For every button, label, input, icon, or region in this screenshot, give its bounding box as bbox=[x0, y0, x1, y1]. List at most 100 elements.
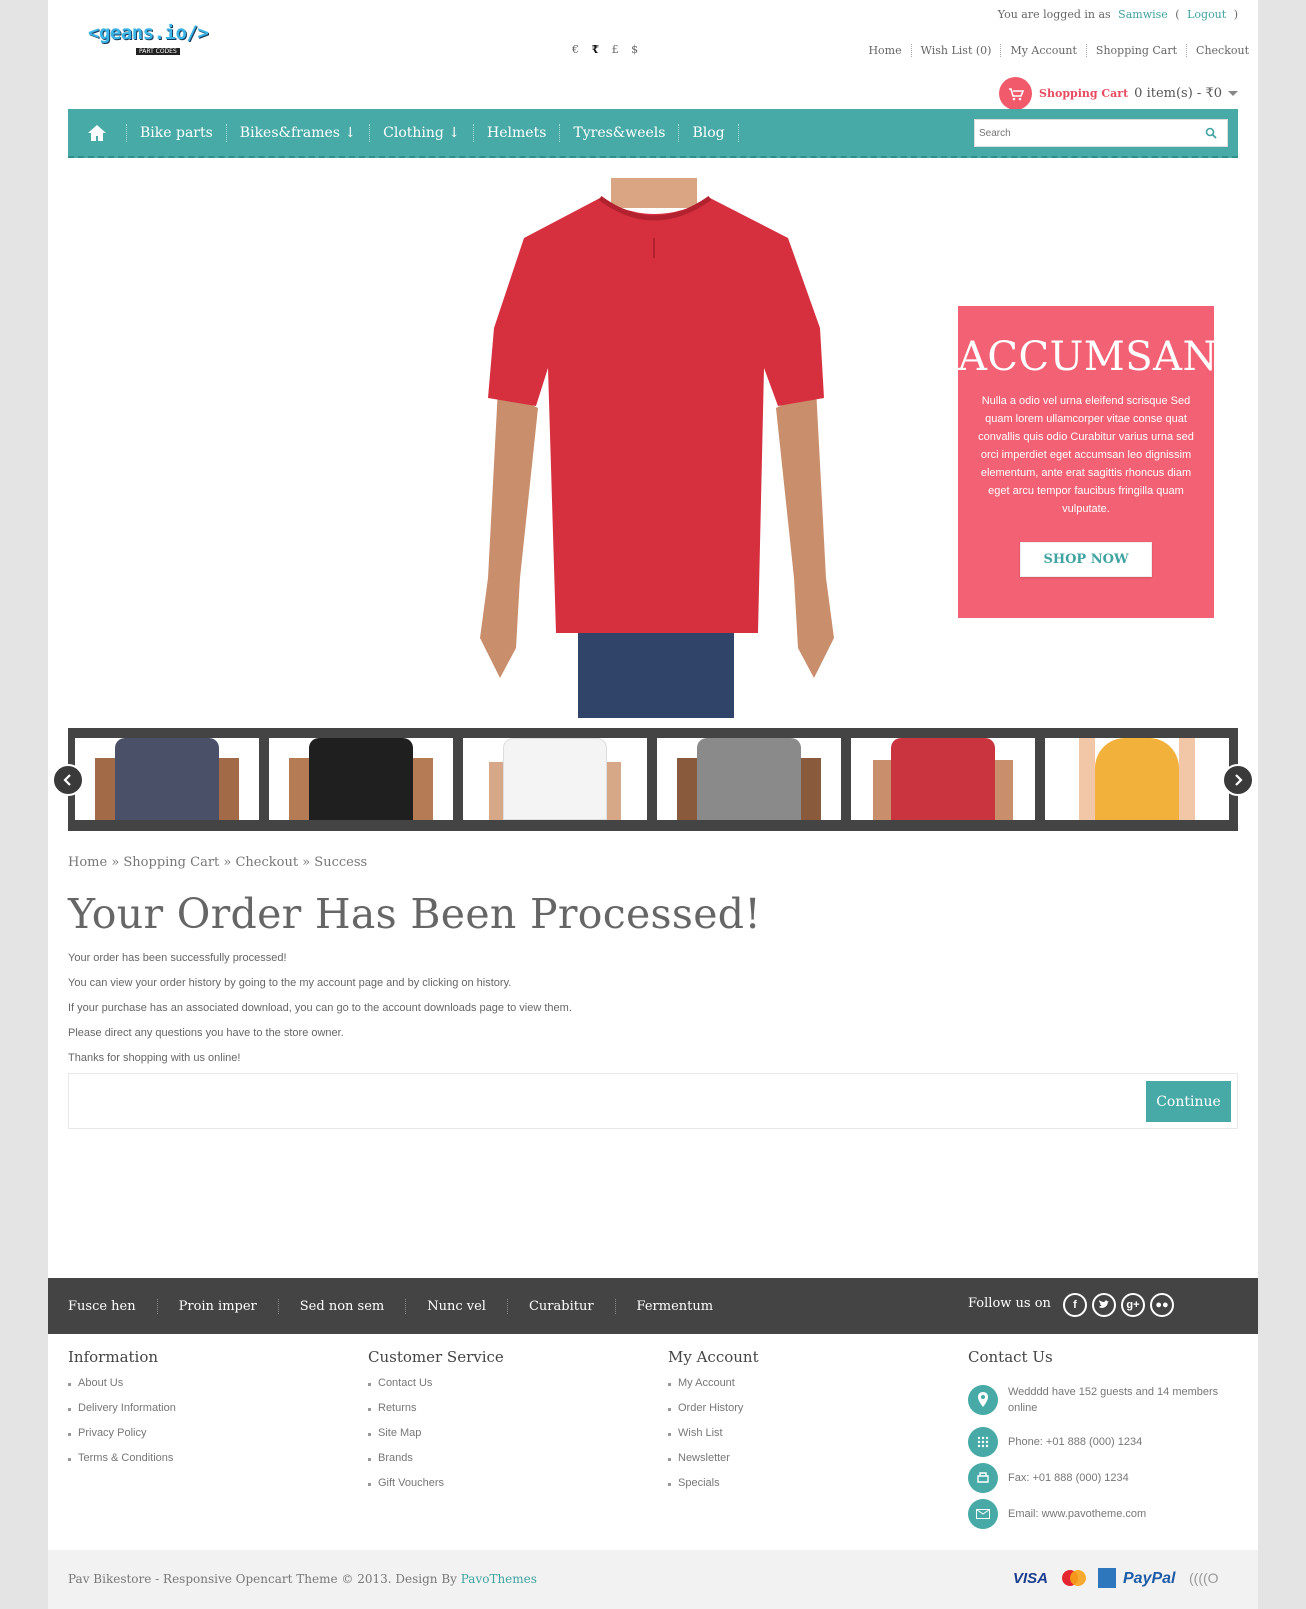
chevron-right-icon[interactable] bbox=[1222, 764, 1254, 796]
cart-widget[interactable]: Shopping Cart 0 item(s) - ₹0 bbox=[999, 77, 1238, 110]
envelope-icon bbox=[968, 1499, 998, 1529]
shop-now-button[interactable]: SHOP NOW bbox=[1020, 542, 1152, 577]
contact-email: Email: www.pavotheme.com bbox=[968, 1499, 1146, 1529]
thumbnail-grey-tshirt[interactable] bbox=[657, 738, 841, 820]
nav-item-clothing[interactable]: Clothing ↓ bbox=[369, 123, 473, 142]
footer-link-bar: Fusce hen Proin imper Sed non sem Nunc v… bbox=[48, 1278, 1258, 1334]
chevron-left-icon[interactable] bbox=[52, 764, 84, 796]
logo-text: <geans.io/> bbox=[88, 22, 209, 44]
footer-link[interactable]: Curabitur bbox=[506, 1298, 615, 1314]
search-icon[interactable] bbox=[1205, 127, 1217, 139]
nav-item-tyres-weels[interactable]: Tyres&weels bbox=[559, 123, 678, 142]
logout-open: ( bbox=[1175, 8, 1180, 21]
nav-item-bike-parts[interactable]: Bike parts bbox=[126, 123, 226, 142]
paypass-icon: ((((O bbox=[1189, 1570, 1219, 1586]
currency-rupee[interactable]: ₹ bbox=[592, 43, 600, 56]
mastercard-icon bbox=[1060, 1568, 1088, 1588]
footer-col-title-contact: Contact Us bbox=[968, 1348, 1053, 1366]
breadcrumb[interactable]: Home » Shopping Cart » Checkout » Succes… bbox=[68, 855, 367, 870]
promo-text: Nulla a odio vel urna eleifend scrisque … bbox=[978, 395, 1194, 515]
footer-list-customer-service: Contact Us Returns Site Map Brands Gift … bbox=[368, 1377, 444, 1502]
footer-list-my-account: My Account Order History Wish List Newsl… bbox=[668, 1377, 743, 1502]
top-link-account[interactable]: My Account bbox=[1000, 44, 1085, 57]
site-logo[interactable]: <geans.io/> PART CODES bbox=[88, 22, 228, 62]
top-link-home[interactable]: Home bbox=[859, 44, 910, 57]
cart-icon bbox=[999, 77, 1033, 110]
logout-link[interactable]: Logout bbox=[1187, 8, 1226, 21]
thumbnail-red-tshirt[interactable] bbox=[851, 738, 1035, 820]
message-line: Your order has been successfully process… bbox=[68, 952, 287, 964]
footer-list-item[interactable]: Order History bbox=[668, 1402, 743, 1427]
thumbnail-navy-tshirt[interactable] bbox=[75, 738, 259, 820]
footer-list-item[interactable]: Privacy Policy bbox=[68, 1427, 176, 1452]
contact-phone-text: Phone: +01 888 (000) 1234 bbox=[1008, 1436, 1143, 1448]
copyright-text: Pav Bikestore - Responsive Opencart Them… bbox=[68, 1572, 537, 1586]
footer-list-item[interactable]: Delivery Information bbox=[68, 1402, 176, 1427]
currency-dollar[interactable]: $ bbox=[631, 43, 638, 56]
flickr-icon[interactable]: ●● bbox=[1150, 1293, 1174, 1317]
top-link-wishlist[interactable]: Wish List (0) bbox=[910, 44, 1001, 57]
promo-banner: ACCUMSAN Nulla a odio vel urna eleifend … bbox=[958, 306, 1219, 618]
search-input[interactable] bbox=[975, 120, 1195, 146]
footer-list-item[interactable]: Brands bbox=[368, 1452, 444, 1477]
phone-icon bbox=[968, 1427, 998, 1457]
message-line: You can view your order history by going… bbox=[68, 977, 512, 989]
footer-list-item[interactable]: Gift Vouchers bbox=[368, 1477, 444, 1502]
currency-euro[interactable]: € bbox=[572, 43, 579, 56]
google-plus-icon[interactable]: g+ bbox=[1121, 1293, 1145, 1317]
footer-list-item[interactable]: Returns bbox=[368, 1402, 444, 1427]
thumbnail-yellow-top[interactable] bbox=[1045, 738, 1229, 820]
paypal-icon: PayPal bbox=[1123, 1570, 1176, 1587]
nav-item-helmets[interactable]: Helmets bbox=[473, 123, 559, 142]
message-line: Thanks for shopping with us online! bbox=[68, 1052, 241, 1064]
footer-link[interactable]: Fermentum bbox=[614, 1298, 735, 1314]
cart-summary: 0 item(s) - ₹0 bbox=[1134, 86, 1222, 101]
footer-link[interactable]: Fusce hen bbox=[48, 1299, 157, 1314]
hero-slider: ACCUMSAN Nulla a odio vel urna eleifend … bbox=[68, 178, 1238, 718]
currency-switcher: € ₹ £ $ bbox=[572, 43, 647, 56]
promo-title: ACCUMSAN bbox=[958, 334, 1219, 380]
top-link-checkout[interactable]: Checkout bbox=[1186, 44, 1258, 57]
page: <geans.io/> PART CODES You are logged in… bbox=[48, 0, 1258, 1609]
page-title: Your Order Has Been Processed! bbox=[68, 890, 762, 938]
username-link[interactable]: Samwise bbox=[1118, 8, 1168, 21]
footer-list-item[interactable]: My Account bbox=[668, 1377, 743, 1402]
footer-link[interactable]: Nunc vel bbox=[405, 1298, 507, 1314]
footer-list-item[interactable]: Wish List bbox=[668, 1427, 743, 1452]
home-icon[interactable] bbox=[68, 108, 126, 157]
contact-online-text: Wedddd have 152 guests and 14 members on… bbox=[1008, 1386, 1219, 1414]
logout-close: ) bbox=[1233, 8, 1238, 21]
thumbnail-black-tshirt[interactable] bbox=[269, 738, 453, 820]
footer-col-title-information: Information bbox=[68, 1348, 159, 1366]
nav-item-bikes-frames[interactable]: Bikes&frames ↓ bbox=[225, 123, 369, 142]
pavothemes-link[interactable]: PavoThemes bbox=[461, 1572, 537, 1586]
model-tshirt-image bbox=[480, 178, 834, 718]
currency-pound[interactable]: £ bbox=[612, 43, 619, 56]
login-prefix: You are logged in as bbox=[997, 8, 1111, 21]
top-links: Home Wish List (0) My Account Shopping C… bbox=[859, 44, 1258, 57]
footer-list-item[interactable]: Contact Us bbox=[368, 1377, 444, 1402]
footer-list-item[interactable]: About Us bbox=[68, 1377, 176, 1402]
cart-label: Shopping Cart bbox=[1039, 87, 1129, 100]
footer-list-item[interactable]: Newsletter bbox=[668, 1452, 743, 1477]
fax-icon bbox=[968, 1463, 998, 1493]
footer-list-item[interactable]: Terms & Conditions bbox=[68, 1452, 176, 1477]
top-link-cart[interactable]: Shopping Cart bbox=[1085, 44, 1186, 57]
footer-list-information: About Us Delivery Information Privacy Po… bbox=[68, 1377, 176, 1477]
twitter-icon[interactable] bbox=[1092, 1293, 1116, 1317]
facebook-icon[interactable]: f bbox=[1063, 1293, 1087, 1317]
caret-down-icon bbox=[1228, 91, 1238, 96]
message-line: If your purchase has an associated downl… bbox=[68, 1002, 572, 1014]
amex-icon bbox=[1098, 1568, 1116, 1588]
continue-button[interactable]: Continue bbox=[1146, 1081, 1231, 1122]
visa-icon: VISA bbox=[1013, 1570, 1049, 1587]
footer-col-title-customer-service: Customer Service bbox=[368, 1348, 504, 1366]
footer-link[interactable]: Sed non sem bbox=[277, 1298, 405, 1314]
message-line: Please direct any questions you have to … bbox=[68, 1027, 344, 1039]
footer-list-item[interactable]: Specials bbox=[668, 1477, 743, 1502]
thumbnail-white-tshirt[interactable] bbox=[463, 738, 647, 820]
footer-list-item[interactable]: Site Map bbox=[368, 1427, 444, 1452]
footer-link[interactable]: Proin imper bbox=[156, 1298, 278, 1314]
contact-fax-text: Fax: +01 888 (000) 1234 bbox=[1008, 1472, 1129, 1484]
nav-item-blog[interactable]: Blog bbox=[678, 123, 739, 142]
